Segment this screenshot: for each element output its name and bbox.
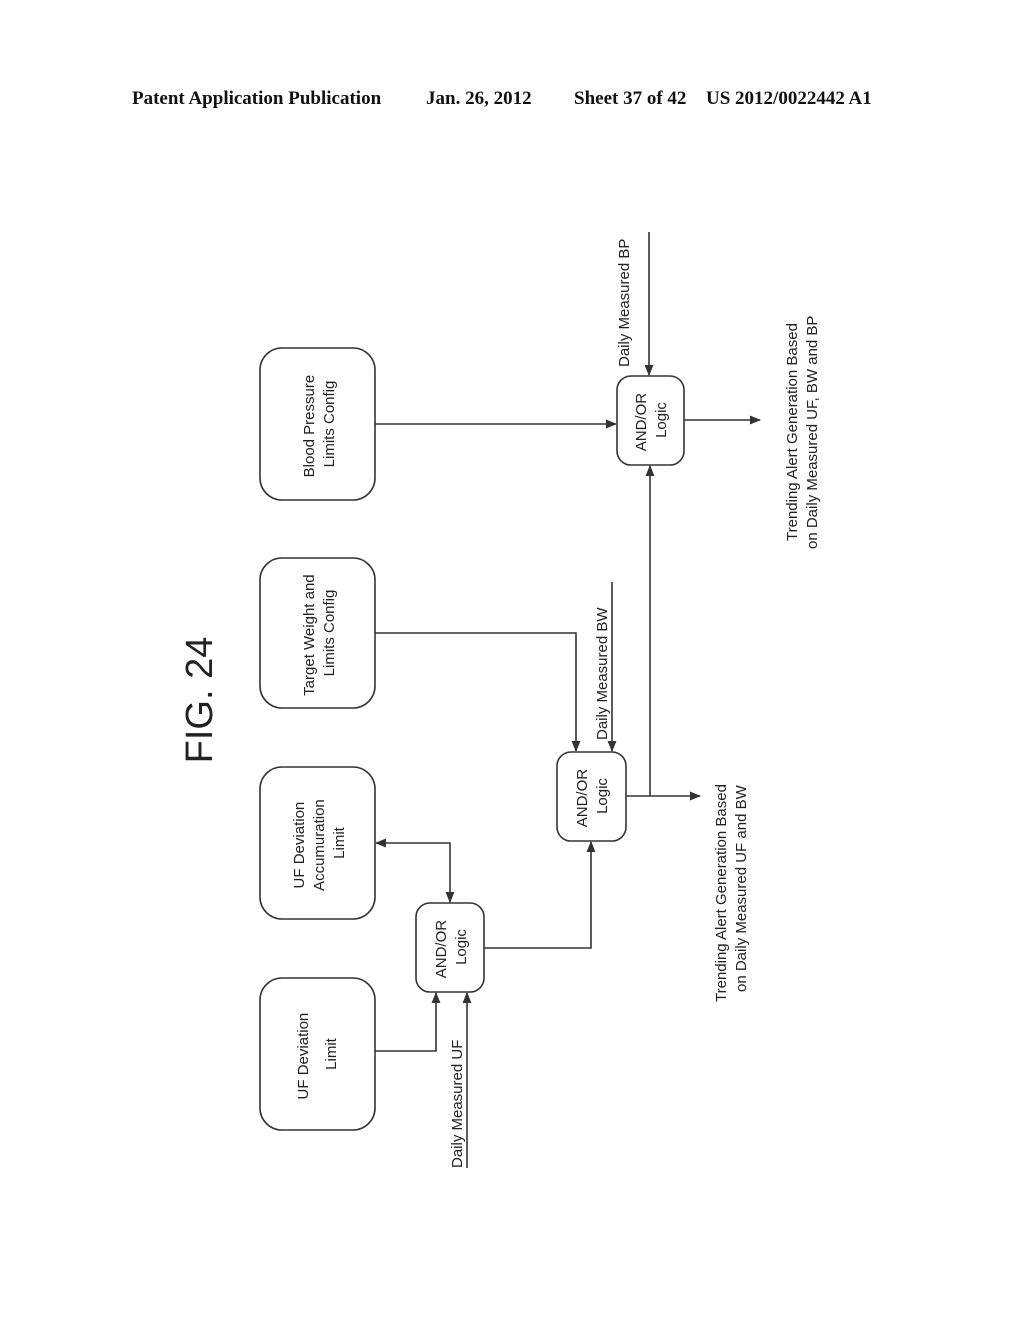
box-bp-line1: Blood Pressure: [301, 375, 318, 478]
output-uf-bw-bp-line2: on Daily Measured UF, BW and BP: [804, 316, 821, 549]
output-label-uf-bw-bp: Trending Alert Generation Based on Daily…: [784, 316, 821, 549]
input-label-daily-uf: Daily Measured UF: [449, 1040, 466, 1168]
box-ufl-line2: Limit: [323, 1037, 340, 1070]
output-uf-bw-bp-line1: Trending Alert Generation Based: [784, 323, 801, 541]
box-bp-line2: Limits Config: [321, 381, 338, 468]
input-label-daily-bw: Daily Measured BW: [594, 607, 611, 740]
box-ufl-line1: UF Deviation: [295, 1013, 312, 1100]
figure-label: FIG. 24: [179, 637, 221, 764]
logic-uf-bw-bp-line2: Logic: [653, 402, 670, 438]
svg-text:AND/OR Logic: AND/OR Logic: [633, 389, 670, 452]
box-ufa-line2: Accumuration: [311, 799, 328, 891]
svg-text:Blood Pressure Limits Co: Blood Pressure Limits Config: [301, 371, 338, 478]
box-bp-limits-config: Blood Pressure Limits Config: [259, 347, 376, 501]
box-uf-deviation-accumulation-limit: UF Deviation Accumuration Limit: [259, 766, 376, 920]
logic-box-uf: AND/OR Logic: [415, 902, 485, 993]
svg-text:UF Deviation Limit: UF Deviation Limit: [295, 1009, 340, 1100]
box-uf-deviation-limit: UF Deviation Limit: [259, 977, 376, 1131]
logic-uf-bw-line1: AND/OR: [574, 769, 591, 828]
flow-diagram: FIG. 24 Blood Pressure Limits Config Tar…: [179, 232, 821, 1168]
svg-text:Target Weight and Limits: Target Weight and Limits Config: [301, 570, 338, 696]
output-uf-bw-line2: on Daily Measured UF and BW: [733, 784, 750, 992]
logic-box-uf-bw: AND/OR Logic: [556, 751, 627, 842]
connector-target-weight-to-logic: [375, 632, 581, 753]
svg-text:AND/OR Logic: AND/OR Logic: [574, 765, 611, 828]
svg-text:AND/OR Logic: AND/OR Logic: [433, 916, 470, 979]
output-label-uf-bw: Trending Alert Generation Based on Daily…: [713, 780, 750, 1002]
logic-uf-line2: Logic: [453, 929, 470, 965]
logic-uf-line1: AND/OR: [433, 920, 450, 979]
logic-box-uf-bw-bp: AND/OR Logic: [616, 375, 685, 466]
logic-uf-bw-line2: Logic: [594, 778, 611, 814]
input-label-daily-bp: Daily Measured BP: [616, 239, 633, 367]
box-ufa-line1: UF Deviation: [291, 802, 308, 889]
svg-text:UF Deviation Accumuratio: UF Deviation Accumuration Limit: [291, 795, 348, 891]
connector-logic-uf-to-logic-uf-bw: [484, 840, 596, 949]
box-ufa-line3: Limit: [331, 826, 348, 859]
box-tw-line2: Limits Config: [321, 590, 338, 677]
output-uf-bw-line1: Trending Alert Generation Based: [713, 784, 730, 1002]
box-tw-line1: Target Weight and: [301, 574, 318, 695]
connector-logic-uf-accum-bidirectional: [374, 838, 455, 904]
connector-uf-limit-to-logic: [375, 991, 441, 1052]
box-target-weight-config: Target Weight and Limits Config: [259, 557, 376, 709]
logic-uf-bw-bp-line1: AND/OR: [633, 393, 650, 452]
